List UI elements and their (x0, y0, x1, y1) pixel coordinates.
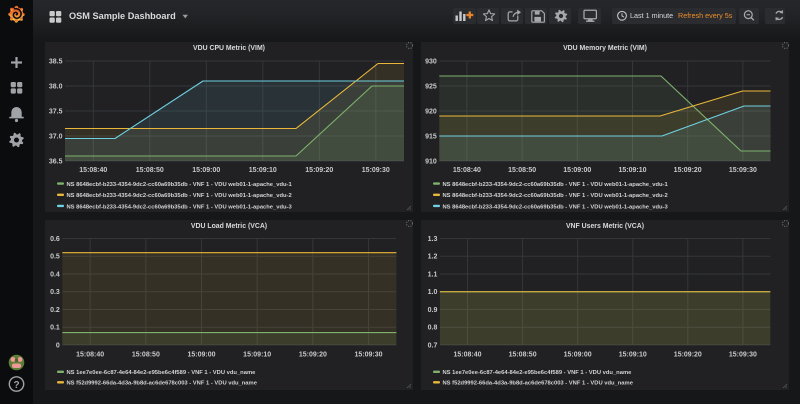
svg-text:925: 925 (425, 83, 437, 90)
svg-text:15:09:10: 15:09:10 (243, 352, 271, 359)
svg-text:15:09:00: 15:09:00 (192, 167, 220, 174)
svg-text:NS f52d9992-66da-4d3a-9b8d-ac6: NS f52d9992-66da-4d3a-9b8d-ac6de678c003 … (443, 381, 634, 387)
svg-text:15:09:20: 15:09:20 (305, 167, 333, 174)
svg-text:38.5: 38.5 (49, 58, 63, 65)
svg-text:?: ? (13, 380, 19, 391)
svg-text:NS 8648ecbf-b233-4354-9dc2-cc6: NS 8648ecbf-b233-4354-9dc2-cc60a69b35db … (67, 204, 293, 210)
svg-text:15:09:30: 15:09:30 (729, 352, 757, 359)
svg-text:15:09:00: 15:09:00 (187, 352, 215, 359)
svg-text:0.9: 0.9 (428, 307, 438, 314)
svg-text:0.7: 0.7 (428, 342, 438, 349)
svg-text:15:09:20: 15:09:20 (674, 352, 702, 359)
svg-text:0: 0 (56, 342, 60, 349)
svg-text:15:09:10: 15:09:10 (619, 352, 647, 359)
svg-text:1.2: 1.2 (428, 254, 438, 261)
svg-text:36.5: 36.5 (49, 158, 63, 165)
svg-text:15:08:50: 15:08:50 (509, 352, 537, 359)
svg-text:15:09:30: 15:09:30 (729, 167, 757, 174)
svg-text:37.0: 37.0 (49, 133, 63, 140)
svg-text:915: 915 (425, 133, 437, 140)
svg-text:0.3: 0.3 (50, 289, 60, 296)
svg-text:15:09:00: 15:09:00 (564, 352, 592, 359)
svg-text:15:08:40: 15:08:40 (453, 167, 481, 174)
svg-text:NS 8648ecbf-b233-4354-9dc2-cc6: NS 8648ecbf-b233-4354-9dc2-cc60a69b35db … (443, 204, 669, 210)
svg-text:15:09:30: 15:09:30 (355, 352, 383, 359)
svg-text:15:08:40: 15:08:40 (76, 352, 104, 359)
svg-text:NS 1ee7e0ee-6c87-4e64-84e2-e95: NS 1ee7e0ee-6c87-4e64-84e2-e95be6c4f589 … (443, 370, 633, 376)
svg-text:NS 8648ecbf-b233-4354-9dc2-cc6: NS 8648ecbf-b233-4354-9dc2-cc60a69b35db … (67, 182, 293, 188)
svg-text:920: 920 (425, 108, 437, 115)
svg-text:NS 1ee7e0ee-6c87-4e64-84e2-e95: NS 1ee7e0ee-6c87-4e64-84e2-e95be6c4f589 … (67, 370, 257, 376)
svg-text:15:09:20: 15:09:20 (299, 352, 327, 359)
svg-text:NS 8648ecbf-b233-4354-9dc2-cc6: NS 8648ecbf-b233-4354-9dc2-cc60a69b35db … (67, 193, 292, 199)
svg-text:15:08:50: 15:08:50 (132, 352, 160, 359)
svg-text:0.8: 0.8 (428, 325, 438, 332)
svg-text:1.3: 1.3 (428, 236, 438, 243)
svg-text:15:09:30: 15:09:30 (362, 167, 390, 174)
svg-text:15:08:50: 15:08:50 (508, 167, 536, 174)
svg-text:0.5: 0.5 (50, 254, 60, 261)
svg-text:NS 8648ecbf-b233-4354-9dc2-cc6: NS 8648ecbf-b233-4354-9dc2-cc60a69b35db … (443, 193, 668, 199)
svg-text:NS f52d9992-66da-4d3a-9b8d-ac6: NS f52d9992-66da-4d3a-9b8d-ac6de678c003 … (67, 381, 258, 387)
svg-text:15:08:40: 15:08:40 (453, 352, 481, 359)
svg-text:NS 8648ecbf-b233-4354-9dc2-cc6: NS 8648ecbf-b233-4354-9dc2-cc60a69b35db … (443, 182, 669, 188)
svg-text:0.1: 0.1 (50, 325, 60, 332)
svg-text:15:08:40: 15:08:40 (79, 167, 107, 174)
svg-text:37.5: 37.5 (49, 108, 63, 115)
svg-text:0.4: 0.4 (50, 271, 60, 278)
svg-text:38.0: 38.0 (49, 83, 63, 90)
svg-text:15:09:00: 15:09:00 (563, 167, 591, 174)
svg-text:0.2: 0.2 (50, 307, 60, 314)
svg-text:0.6: 0.6 (50, 236, 60, 243)
svg-text:1.0: 1.0 (428, 289, 438, 296)
svg-text:1.1: 1.1 (428, 271, 438, 278)
svg-text:930: 930 (425, 58, 437, 65)
svg-text:15:09:10: 15:09:10 (249, 167, 277, 174)
svg-text:15:09:20: 15:09:20 (674, 167, 702, 174)
svg-text:15:08:50: 15:08:50 (136, 167, 164, 174)
svg-text:15:09:10: 15:09:10 (618, 167, 646, 174)
svg-text:910: 910 (425, 158, 437, 165)
